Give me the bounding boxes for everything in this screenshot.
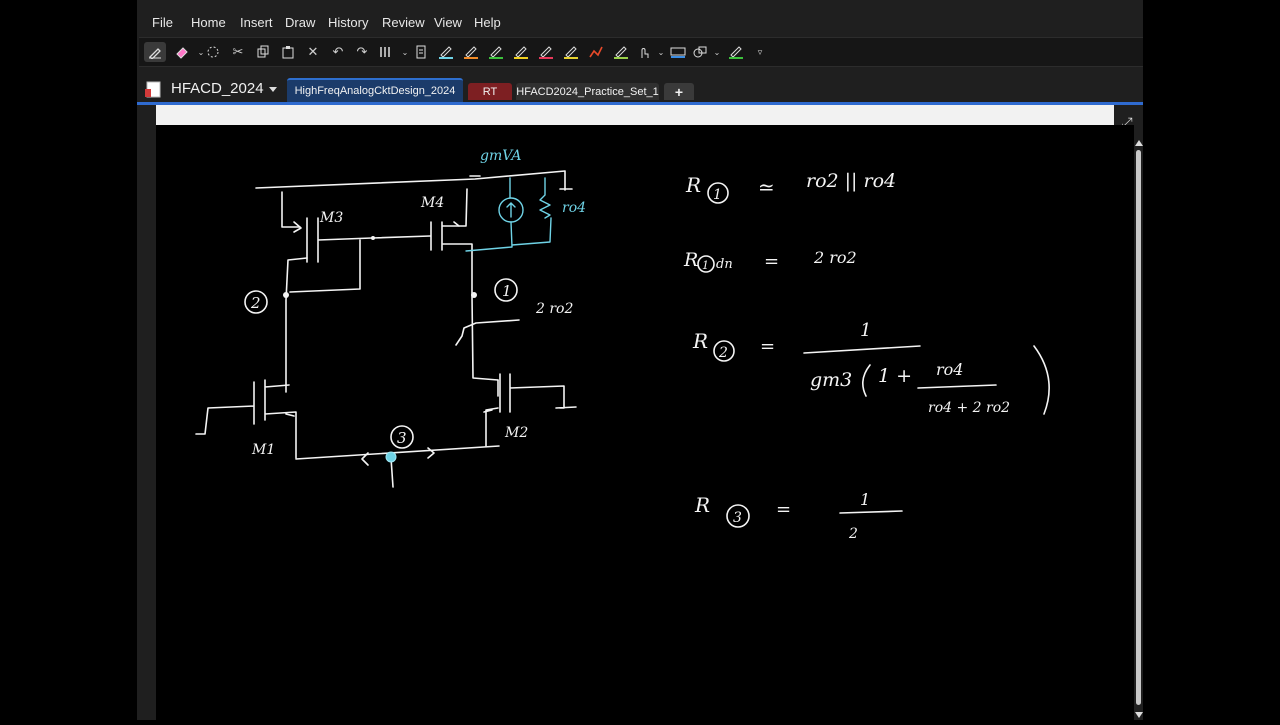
- pen-green-icon[interactable]: [485, 42, 507, 62]
- eq2-eq: =: [764, 251, 779, 272]
- tab-rt[interactable]: RT: [468, 83, 512, 100]
- copy-icon[interactable]: [252, 42, 274, 62]
- pen-red-2-icon[interactable]: [585, 42, 607, 62]
- onenote-window: File Home Insert Draw History Review Vie…: [137, 0, 1143, 720]
- ink-canvas[interactable]: 2 1 3 M3 M4 M1 M2 2 ro2 gmVA ro4 R 1 ≃ r…: [156, 125, 1134, 720]
- notebook-tab-bar: HFACD_2024 HighFreqAnalogCktDesign_2024 …: [137, 78, 1143, 104]
- eq4-r: R: [694, 493, 710, 517]
- more-icon[interactable]: ▿: [749, 42, 771, 62]
- eq1-rhs: ro2 || ro4: [806, 170, 896, 192]
- lasso-select-icon[interactable]: [202, 42, 224, 62]
- tab-practice-set-1[interactable]: HFACD2024_Practice_Set_1: [516, 83, 659, 100]
- eq2-sub: dn: [716, 257, 733, 272]
- eq3-den-a: gm3: [810, 369, 852, 391]
- notebook-icon[interactable]: [145, 81, 161, 98]
- two-ro2-label: 2 ro2: [535, 301, 573, 317]
- menu-bar: File Home Insert Draw History Review Vie…: [137, 0, 1143, 36]
- vertical-scrollbar[interactable]: [1134, 140, 1143, 720]
- ruler-icon[interactable]: [667, 42, 689, 62]
- delete-icon[interactable]: ✕: [302, 42, 324, 62]
- eq1-r: R: [685, 173, 701, 197]
- left-gutter: [137, 105, 156, 720]
- node-1-label: 1: [502, 282, 512, 300]
- marker-green-icon[interactable]: [725, 42, 747, 62]
- eq1-approx: ≃: [758, 175, 775, 199]
- menu-view[interactable]: View: [434, 15, 462, 30]
- pen-green-2-icon[interactable]: [610, 42, 632, 62]
- eq3-node: 2: [718, 345, 728, 361]
- eq3-eq: =: [760, 336, 775, 357]
- page-title-bar[interactable]: [156, 105, 1114, 125]
- eq1-node: 1: [713, 187, 722, 203]
- eq3-frac-num: ro4: [936, 360, 963, 379]
- m4-label: M4: [420, 195, 444, 211]
- chevron-down-icon[interactable]: [269, 87, 277, 92]
- eq2-node: 1: [702, 259, 709, 272]
- eq3-num: 1: [860, 320, 871, 341]
- tab-highfreqanalogcktdesign[interactable]: HighFreqAnalogCktDesign_2024: [287, 78, 463, 102]
- menu-home[interactable]: Home: [191, 15, 226, 30]
- pen-yellow-icon[interactable]: [510, 42, 532, 62]
- highlighter-yellow-icon[interactable]: [560, 42, 582, 62]
- menu-draw[interactable]: Draw: [285, 15, 315, 30]
- notebook-title[interactable]: HFACD_2024: [171, 80, 264, 97]
- node-2-label: 2: [250, 294, 261, 312]
- scrollbar-thumb[interactable]: [1136, 150, 1141, 705]
- eraser-icon[interactable]: [170, 42, 192, 62]
- cut-icon[interactable]: ✂: [227, 42, 249, 62]
- gm-va-label: gmVA: [480, 148, 522, 164]
- menu-insert[interactable]: Insert: [240, 15, 273, 30]
- handwritten-notes: 2 1 3 M3 M4 M1 M2 2 ro2 gmVA ro4 R 1 ≃ r…: [195, 148, 1050, 542]
- pen-red-icon[interactable]: [535, 42, 557, 62]
- undo-icon[interactable]: ↶: [327, 42, 349, 62]
- menu-help[interactable]: Help: [474, 15, 501, 30]
- draw-toolbar: ⌄ ✂ ✕ ↶ ↷ ⌄ ⌄ ⌄ ▿: [139, 37, 1143, 67]
- eq3-den-b: 1 +: [878, 365, 912, 387]
- menu-review[interactable]: Review: [382, 15, 425, 30]
- scroll-up-icon[interactable]: [1135, 140, 1143, 146]
- paste-icon[interactable]: [277, 42, 299, 62]
- pen-tool-icon[interactable]: [144, 42, 166, 62]
- menu-file[interactable]: File: [152, 15, 173, 30]
- ro4-label: ro4: [562, 200, 586, 216]
- menu-history[interactable]: History: [328, 15, 368, 30]
- redo-icon[interactable]: ↷: [351, 42, 373, 62]
- eq3-r: R: [692, 329, 708, 353]
- eq4-eq: =: [776, 499, 791, 520]
- eq4-node: 3: [733, 510, 742, 526]
- scroll-down-icon[interactable]: [1135, 712, 1143, 718]
- m2-label: M2: [504, 425, 528, 441]
- m1-label: M1: [251, 442, 275, 458]
- eq4-den: 2: [848, 526, 858, 542]
- pen-cyan-icon[interactable]: [435, 42, 457, 62]
- eq4-num: 1: [860, 490, 870, 509]
- eq3-frac-den: ro4 + 2 ro2: [928, 400, 1010, 416]
- eq2-r: R: [683, 249, 698, 271]
- page-icon[interactable]: [410, 42, 432, 62]
- eq2-rhs: 2 ro2: [813, 248, 857, 267]
- node-3-label: 3: [397, 429, 407, 447]
- pen-orange-icon[interactable]: [460, 42, 482, 62]
- m3-label: M3: [319, 210, 343, 226]
- add-section-button[interactable]: +: [664, 83, 694, 100]
